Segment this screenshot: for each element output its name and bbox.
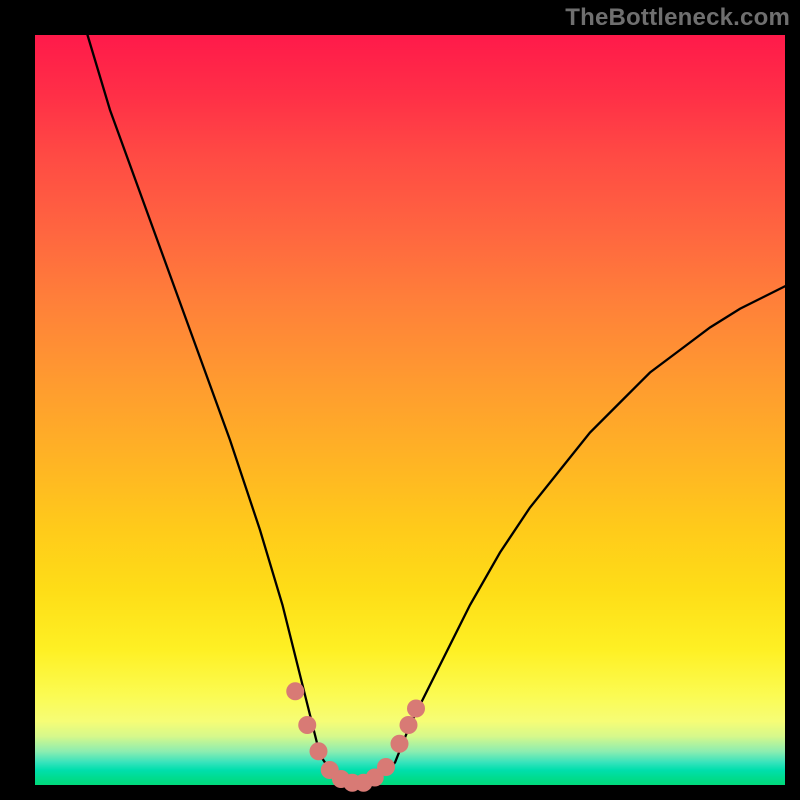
marker-dot	[391, 735, 409, 753]
chart-svg	[35, 35, 785, 785]
curve-path	[88, 35, 786, 785]
watermark-text: TheBottleneck.com	[565, 4, 790, 32]
marker-dot	[298, 716, 316, 734]
chart-frame: TheBottleneck.com	[0, 0, 800, 800]
marker-dot	[377, 758, 395, 776]
marker-dot	[400, 716, 418, 734]
marker-dot	[286, 682, 304, 700]
marker-dot	[310, 742, 328, 760]
marker-dot	[407, 700, 425, 718]
